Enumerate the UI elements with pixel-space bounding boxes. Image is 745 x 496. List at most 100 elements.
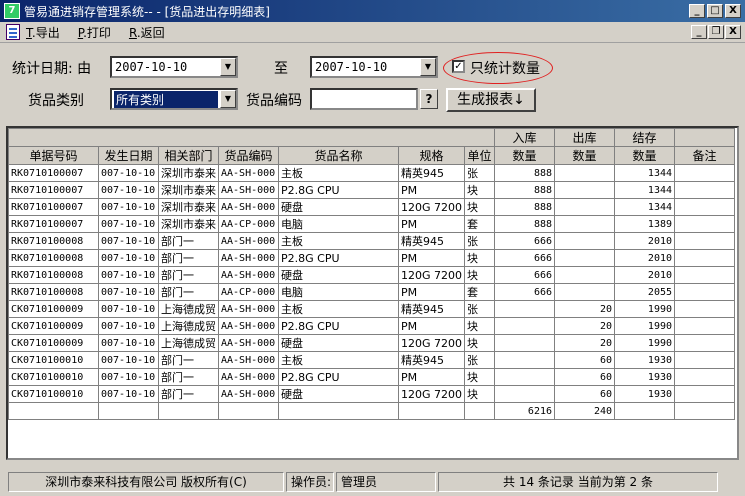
window-title: 管易通进销存管理系统-- - [货品进出存明细表]	[24, 4, 270, 19]
column-header[interactable]: 数量	[614, 146, 676, 165]
only-qty-label: 只统计数量	[470, 61, 540, 77]
table-cell: PM	[397, 283, 466, 301]
header-spacer	[674, 128, 736, 147]
table-cell: 部门一	[158, 283, 219, 301]
table-cell: AA-SH-000	[218, 181, 279, 199]
table-cell: 上海德成贸	[158, 300, 219, 318]
chevron-down-icon[interactable]: ▼	[420, 58, 436, 76]
table-cell: AA-SH-000	[218, 368, 279, 386]
table-cell: 20	[554, 300, 616, 318]
table-cell: AA-SH-000	[218, 164, 279, 182]
table-cell: 主板	[278, 164, 399, 182]
table-row[interactable]: CK0710100010 007-10-10 部门一 AA-SH-000 硬盘 120G …	[8, 385, 736, 403]
table-row[interactable]: RK0710100008 007-10-10 部门一 AA-SH-000 硬盘 120G …	[8, 266, 736, 284]
table-cell: 1344	[614, 198, 676, 216]
table-cell: CK0710100010	[8, 385, 99, 403]
table-cell: 2010	[614, 249, 676, 267]
table-row[interactable]: CK0710100009 007-10-10 上海德成贸 AA-SH-000 P2.8G…	[8, 317, 736, 335]
table-cell: 块	[464, 249, 496, 267]
table-cell: 1990	[614, 317, 676, 335]
column-header[interactable]: 单据号码	[8, 146, 99, 165]
table-cell: 部门一	[158, 266, 219, 284]
category-value: 所有类别	[114, 90, 218, 108]
child-close-button[interactable]: X	[725, 25, 741, 39]
report-grid[interactable]: 入库 出库 结存 单据号码 发生日期 相关部门 货品编码 货品名称 规格 单位 数量 数量 数量备…	[6, 126, 739, 460]
table-cell: 007-10-10	[98, 198, 159, 216]
table-cell	[554, 215, 616, 233]
table-cell: 硬盘	[278, 334, 399, 352]
table-row[interactable]: CK0710100010 007-10-10 部门一 AA-SH-000 主板 精英945…	[8, 351, 736, 369]
table-row[interactable]: RK0710100007 007-10-10 深圳市泰来 AA-SH-000 P2.8G…	[8, 181, 736, 199]
table-cell: 1344	[614, 164, 676, 182]
to-date-picker[interactable]: 2007-10-10 ▼	[310, 56, 438, 78]
table-cell	[674, 266, 736, 284]
column-header[interactable]: 货品编码	[218, 146, 279, 165]
code-lookup-button[interactable]: ?	[420, 89, 438, 109]
column-header[interactable]: 货品名称	[278, 146, 399, 165]
table-cell	[554, 181, 616, 199]
column-header[interactable]: 备注	[674, 146, 736, 165]
from-date-value: 2007-10-10	[115, 60, 188, 74]
table-cell: AA-SH-000	[218, 266, 279, 284]
table-cell: PM	[397, 215, 466, 233]
table-row[interactable]: RK0710100007 007-10-10 深圳市泰来 AA-SH-000 硬盘 120…	[8, 198, 736, 216]
table-row[interactable]: RK0710100008 007-10-10 部门一 AA-CP-000 电脑 PM 套 66…	[8, 283, 736, 301]
code-input[interactable]	[310, 88, 418, 110]
table-cell	[674, 334, 736, 352]
table-cell	[554, 164, 616, 182]
column-header[interactable]: 相关部门	[158, 146, 219, 165]
chevron-down-icon[interactable]: ▼	[220, 90, 236, 108]
column-header[interactable]: 单位	[464, 146, 496, 165]
table-row[interactable]: RK0710100007 007-10-10 深圳市泰来 AA-SH-000 主板 精英9…	[8, 164, 736, 182]
child-minimize-button[interactable]: _	[691, 25, 707, 39]
menu-back[interactable]: R.返回	[129, 24, 165, 41]
table-cell: CK0710100010	[8, 368, 99, 386]
table-cell: 20	[554, 334, 616, 352]
table-cell: 主板	[278, 232, 399, 250]
table-row[interactable]: RK0710100008 007-10-10 部门一 AA-SH-000 P2.8G C…	[8, 249, 736, 267]
table-cell: AA-SH-000	[218, 334, 279, 352]
table-cell: 120G 7200	[397, 266, 466, 284]
generate-report-button[interactable]: 生成报表↓	[446, 88, 536, 112]
table-row[interactable]: RK0710100008 007-10-10 部门一 AA-SH-000 主板 精英945…	[8, 232, 736, 250]
category-select[interactable]: 所有类别 ▼	[110, 88, 238, 110]
child-restore-button[interactable]: ❐	[708, 25, 724, 39]
table-row[interactable]: CK0710100009 007-10-10 上海德成贸 AA-SH-000 硬盘 120…	[8, 334, 736, 352]
column-header[interactable]: 数量	[494, 146, 556, 165]
table-cell: 1344	[614, 181, 676, 199]
minimize-button[interactable]: _	[689, 4, 705, 18]
menu-print[interactable]: P.打印	[78, 24, 111, 41]
column-header[interactable]: 数量	[554, 146, 616, 165]
column-header[interactable]: 规格	[397, 146, 466, 165]
table-cell: PM	[397, 317, 466, 335]
table-cell: 007-10-10	[98, 385, 159, 403]
table-cell: 888	[494, 181, 556, 199]
table-cell: PM	[397, 368, 466, 386]
table-cell	[674, 181, 736, 199]
from-date-picker[interactable]: 2007-10-10 ▼	[110, 56, 238, 78]
table-cell: 007-10-10	[98, 351, 159, 369]
menu-export[interactable]: T.导出	[26, 24, 60, 41]
table-row[interactable]: RK0710100007 007-10-10 深圳市泰来 AA-CP-000 电脑 PM 套…	[8, 215, 736, 233]
maximize-button[interactable]: □	[707, 4, 723, 18]
column-header[interactable]: 发生日期	[98, 146, 159, 165]
table-cell	[554, 198, 616, 216]
total-cell	[218, 402, 279, 420]
table-cell: 块	[464, 334, 496, 352]
menu-export-label: .导出	[31, 25, 60, 40]
table-row[interactable]: CK0710100010 007-10-10 部门一 AA-SH-000 P2.8G C…	[8, 368, 736, 386]
table-cell: PM	[397, 249, 466, 267]
chevron-down-icon[interactable]: ▼	[220, 58, 236, 76]
header-group-in: 入库	[494, 128, 556, 147]
table-cell: RK0710100007	[8, 181, 99, 199]
menu-back-key: R	[128, 25, 137, 40]
table-cell: 精英945	[397, 232, 466, 250]
table-row[interactable]: CK0710100009 007-10-10 上海德成贸 AA-SH-000 主板 精英9…	[8, 300, 736, 318]
to-label: 至	[274, 61, 288, 77]
table-cell: 深圳市泰来	[158, 164, 219, 182]
table-cell: RK0710100008	[8, 266, 99, 284]
status-company: 深圳市泰来科技有限公司 版权所有(C)	[8, 472, 284, 492]
table-cell: CK0710100009	[8, 317, 99, 335]
only-qty-checkbox[interactable]: ✓	[452, 60, 465, 73]
close-button[interactable]: X	[725, 4, 741, 18]
